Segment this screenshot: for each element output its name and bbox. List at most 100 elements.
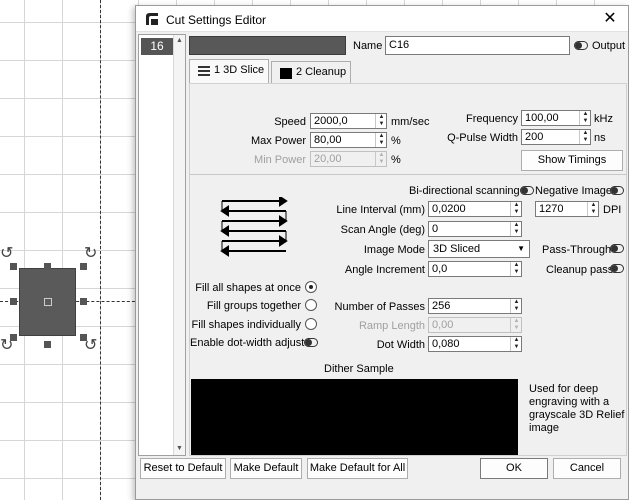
line-interval-spinner[interactable]: ▲ ▼: [510, 202, 521, 216]
resize-handle[interactable]: [44, 341, 51, 348]
rotate-handle-icon[interactable]: ↻: [84, 246, 97, 262]
make-default-button[interactable]: Make Default: [230, 458, 302, 479]
frequency-input[interactable]: 100,00 ▲ ▼: [521, 110, 591, 126]
layer-list-scrollbar[interactable]: ▲ ▼: [173, 35, 185, 455]
resize-handle[interactable]: [80, 263, 87, 270]
dot-width-value: 0,080: [432, 338, 460, 350]
cancel-button[interactable]: Cancel: [553, 458, 621, 479]
layer-color-swatch[interactable]: [189, 36, 346, 55]
window-title: Cut Settings Editor: [166, 13, 267, 27]
dot-width-spinner[interactable]: ▲ ▼: [510, 337, 521, 351]
layer-list[interactable]: 16 ▲ ▼: [138, 34, 186, 456]
min-power-input[interactable]: 20,00 ▲ ▼: [310, 151, 387, 167]
scan-pattern-icon: [220, 197, 288, 257]
angle-increment-input[interactable]: 0,0 ▲ ▼: [428, 261, 522, 277]
tab-label: 2 Cleanup: [296, 66, 347, 78]
max-power-value: 80,00: [314, 134, 342, 146]
speed-input[interactable]: 2000,0 ▲ ▼: [310, 113, 387, 129]
dither-description: Used for deep engraving with a grayscale…: [529, 383, 625, 434]
pass-through-toggle[interactable]: [610, 244, 624, 253]
selected-shape[interactable]: [19, 268, 76, 336]
line-interval-input[interactable]: 0,0200 ▲ ▼: [428, 201, 522, 217]
name-label: Name: [353, 40, 383, 52]
settings-panel: Speed 2000,0 ▲ ▼ mm/sec Max Power 80,00 ▲…: [189, 83, 627, 456]
ramp-length-value: 0,00: [432, 319, 454, 331]
ramp-length-spinner[interactable]: ▲ ▼: [510, 318, 521, 332]
max-power-unit: %: [391, 135, 401, 147]
title-bar[interactable]: Cut Settings Editor ✕: [136, 6, 628, 32]
tab-3d-slice[interactable]: 1 3D Slice: [189, 59, 269, 83]
scroll-up-icon[interactable]: ▲: [174, 35, 185, 47]
negative-image-label: Negative Image: [535, 185, 613, 197]
output-toggle[interactable]: [574, 41, 588, 50]
name-input[interactable]: C16: [385, 36, 570, 55]
line-interval-value: 0,0200: [432, 203, 466, 215]
qpulse-label: Q-Pulse Width: [447, 132, 518, 144]
cut-settings-dialog: Cut Settings Editor ✕ 16 ▲ ▼ Name C16 Ou…: [135, 5, 629, 500]
dpi-input[interactable]: 1270 ▲ ▼: [535, 201, 599, 217]
image-mode-select[interactable]: 3D Sliced ▼: [428, 240, 530, 258]
negative-image-toggle[interactable]: [610, 186, 624, 195]
scan-angle-value: 0: [432, 223, 439, 235]
frequency-spinner[interactable]: ▲ ▼: [579, 111, 590, 125]
reset-to-default-button[interactable]: Reset to Default: [140, 458, 226, 479]
rotate-handle-icon[interactable]: ↻: [0, 338, 13, 354]
max-power-spinner[interactable]: ▲ ▼: [375, 133, 386, 147]
dot-width-input[interactable]: 0,080 ▲ ▼: [428, 336, 522, 352]
show-timings-button[interactable]: Show Timings: [521, 150, 623, 171]
rotate-handle-icon[interactable]: ↺: [0, 246, 13, 262]
shape-center-marker: [44, 298, 52, 306]
angle-increment-spinner[interactable]: ▲ ▼: [510, 262, 521, 276]
dpi-spinner[interactable]: ▲ ▼: [587, 202, 598, 216]
vertical-guide-line: [100, 0, 101, 500]
max-power-label: Max Power: [250, 135, 306, 147]
min-power-label: Min Power: [254, 154, 306, 166]
resize-handle[interactable]: [10, 263, 17, 270]
bidir-toggle[interactable]: [520, 186, 534, 195]
fill-individual-label: Fill shapes individually: [191, 319, 301, 331]
min-power-value: 20,00: [314, 153, 342, 165]
dither-sample-title: Dither Sample: [324, 363, 394, 375]
ok-button[interactable]: OK: [480, 458, 548, 479]
max-power-input[interactable]: 80,00 ▲ ▼: [310, 132, 387, 148]
bidir-label: Bi-directional scanning: [409, 185, 520, 197]
frequency-value: 100,00: [525, 112, 559, 124]
scan-angle-input[interactable]: 0 ▲ ▼: [428, 221, 522, 237]
qpulse-spinner[interactable]: ▲ ▼: [579, 130, 590, 144]
qpulse-unit: ns: [594, 132, 606, 144]
passes-spinner[interactable]: ▲ ▼: [510, 299, 521, 313]
min-power-spinner[interactable]: ▲ ▼: [375, 152, 386, 166]
resize-handle[interactable]: [80, 298, 87, 305]
image-mode-value: 3D Sliced: [433, 243, 481, 255]
layers-icon: [198, 66, 210, 76]
scroll-down-icon[interactable]: ▼: [174, 443, 185, 455]
scan-angle-spinner[interactable]: ▲ ▼: [510, 222, 521, 236]
passes-label: Number of Passes: [334, 301, 425, 313]
fill-groups-label: Fill groups together: [206, 300, 301, 312]
cleanup-pass-toggle[interactable]: [610, 264, 624, 273]
rotate-handle-icon[interactable]: ↺: [84, 338, 97, 354]
image-mode-label: Image Mode: [363, 244, 425, 256]
dpi-label: DPI: [603, 204, 622, 216]
chevron-down-icon: ▼: [517, 244, 525, 253]
tab-cleanup[interactable]: 2 Cleanup: [271, 61, 351, 83]
frequency-label: Frequency: [466, 113, 518, 125]
speed-spinner[interactable]: ▲ ▼: [375, 114, 386, 128]
speed-unit: mm/sec: [391, 116, 430, 128]
qpulse-input[interactable]: 200 ▲ ▼: [521, 129, 591, 145]
resize-handle[interactable]: [10, 298, 17, 305]
dpi-value: 1270: [539, 203, 564, 215]
make-default-for-all-button[interactable]: Make Default for All: [307, 458, 408, 479]
ramp-length-label: Ramp Length: [358, 320, 425, 332]
fill-all-radio[interactable]: [305, 281, 317, 293]
square-icon: [280, 68, 292, 79]
line-interval-label: Line Interval (mm): [336, 204, 425, 216]
frequency-unit: kHz: [594, 113, 613, 125]
layer-number[interactable]: 16: [141, 38, 173, 55]
speed-label: Speed: [274, 116, 306, 128]
passes-input[interactable]: 256 ▲ ▼: [428, 298, 522, 314]
close-icon[interactable]: ✕: [600, 9, 620, 29]
section-divider: [190, 174, 627, 175]
ramp-length-input[interactable]: 0,00 ▲ ▼: [428, 317, 522, 333]
resize-handle[interactable]: [44, 263, 51, 270]
